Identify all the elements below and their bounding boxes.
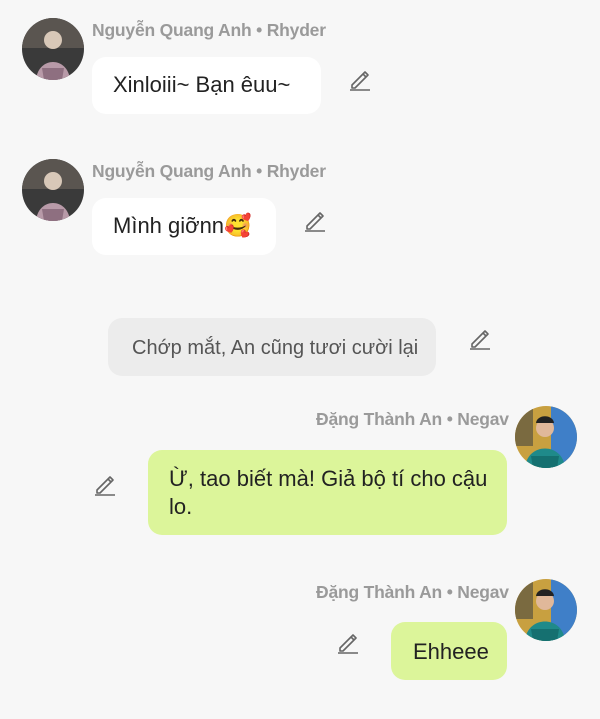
pencil-icon[interactable] bbox=[347, 66, 373, 92]
message-bubble[interactable]: Mình giỡnn🥰 bbox=[92, 198, 276, 255]
pencil-icon[interactable] bbox=[92, 471, 118, 497]
message-text: Ehheee bbox=[413, 639, 489, 664]
avatar[interactable] bbox=[515, 406, 577, 468]
pencil-icon[interactable] bbox=[302, 207, 328, 233]
sender-name: Đặng Thành An • Negav bbox=[316, 409, 509, 429]
message-text: Ừ, tao biết mà! Giả bộ tí cho cậu lo. bbox=[169, 466, 488, 519]
narration-bubble: Chớp mắt, An cũng tươi cười lại bbox=[108, 318, 436, 376]
avatar[interactable] bbox=[22, 159, 84, 221]
pencil-icon[interactable] bbox=[335, 629, 361, 655]
avatar[interactable] bbox=[22, 18, 84, 80]
message-bubble[interactable]: Xinloiii~ Bạn êuu~ bbox=[92, 57, 321, 114]
message-text: Mình giỡnn🥰 bbox=[113, 213, 252, 238]
pencil-icon[interactable] bbox=[467, 325, 493, 351]
message-bubble[interactable]: Ehheee bbox=[391, 622, 507, 680]
message-text: Xinloiii~ Bạn êuu~ bbox=[113, 72, 291, 97]
narration-text: Chớp mắt, An cũng tươi cười lại bbox=[132, 337, 419, 359]
sender-name: Nguyễn Quang Anh • Rhyder bbox=[92, 20, 326, 40]
sender-name: Đặng Thành An • Negav bbox=[316, 582, 509, 602]
message-bubble[interactable]: Ừ, tao biết mà! Giả bộ tí cho cậu lo. bbox=[148, 450, 507, 535]
sender-name: Nguyễn Quang Anh • Rhyder bbox=[92, 161, 326, 181]
avatar[interactable] bbox=[515, 579, 577, 641]
